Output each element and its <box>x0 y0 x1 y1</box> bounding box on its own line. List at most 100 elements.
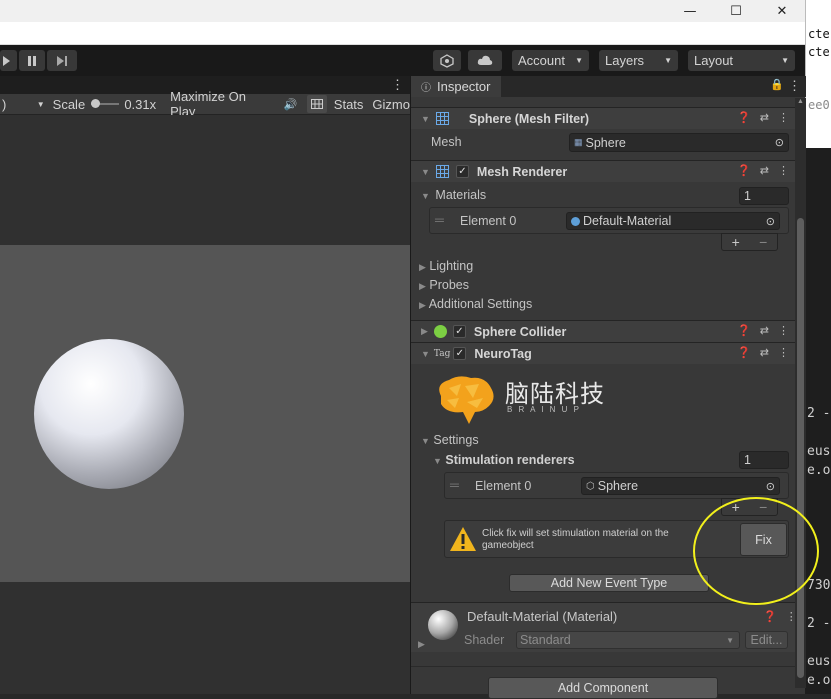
material-object-field[interactable]: Default-Material ⊙ <box>566 212 780 230</box>
preset-icon[interactable]: ⇄ <box>760 111 769 124</box>
neurotag-header[interactable]: ▼ Tag ✓ NeuroTag ❓ ⇄ ⋮ <box>411 342 795 364</box>
shader-dropdown[interactable]: Standard ▼ <box>516 631 740 649</box>
stimulation-count-field[interactable]: 1 <box>739 451 789 469</box>
collapse-arrow-icon[interactable]: ▼ <box>421 349 430 359</box>
add-icon[interactable]: + <box>732 234 740 250</box>
component-header-icons: ❓ ⇄ ⋮ <box>737 111 789 124</box>
chevron-down-icon: ▼ <box>575 56 583 65</box>
more-options-icon[interactable]: ⋮ <box>778 164 789 177</box>
resolution-dropdown[interactable]: ) ▼ <box>2 97 45 112</box>
preset-icon[interactable]: ⇄ <box>760 164 769 177</box>
scrollbar-thumb[interactable] <box>797 218 804 678</box>
background-code-panel: cte cte ee0 <box>805 0 831 148</box>
stimulation-renderers-foldout[interactable]: ▼ Stimulation renderers <box>433 453 575 467</box>
add-new-event-type-button[interactable]: Add New Event Type <box>509 574 709 592</box>
account-dropdown[interactable]: Account ▼ <box>512 50 589 71</box>
tab-inspector[interactable]: ⓘ Inspector <box>411 76 501 97</box>
preset-icon[interactable]: ⇄ <box>760 346 769 359</box>
more-options-icon[interactable]: ⋮ <box>778 324 789 337</box>
mesh-renderer-header[interactable]: ▼ ✓ Mesh Renderer ❓ ⇄ ⋮ <box>411 160 795 182</box>
material-header-icons: ❓ ⋮ <box>763 610 797 623</box>
add-event-label: Add New Event Type <box>550 576 668 590</box>
step-button[interactable] <box>47 50 77 71</box>
remove-icon[interactable]: − <box>759 234 767 250</box>
renderer-object-field[interactable]: ⬡ Sphere ⊙ <box>581 477 780 495</box>
more-options-icon[interactable]: ⋮ <box>788 78 801 94</box>
resolution-label: ) <box>2 96 7 112</box>
component-header-icons: ❓ ⇄ ⋮ <box>737 346 789 359</box>
object-picker-icon[interactable]: ⊙ <box>775 136 784 149</box>
sphere-render <box>34 339 184 489</box>
play-button[interactable] <box>0 50 17 71</box>
chevron-down-icon: ▼ <box>781 56 789 65</box>
collapse-arrow-icon[interactable]: ▼ <box>421 114 430 124</box>
lighting-label: Lighting <box>429 259 474 273</box>
additional-settings-label: Additional Settings <box>428 297 533 311</box>
expand-arrow-icon[interactable]: ▶ <box>418 639 425 650</box>
maximize-icon: ☐ <box>730 3 742 19</box>
console-line: 2 - <box>807 616 831 631</box>
stimulation-count: 1 <box>744 453 751 467</box>
layers-dropdown[interactable]: Layers ▼ <box>599 50 678 71</box>
more-options-icon[interactable]: ⋮ <box>778 346 789 359</box>
sphere-collider-enabled-checkbox[interactable]: ✓ <box>452 325 466 338</box>
scale-slider[interactable] <box>91 99 120 108</box>
probes-foldout[interactable]: ▶ Probes <box>419 278 469 292</box>
help-icon[interactable]: ❓ <box>763 610 777 623</box>
game-view-render <box>0 245 410 582</box>
component-title: Mesh Renderer <box>476 164 568 179</box>
help-icon[interactable]: ❓ <box>737 324 751 337</box>
stimulation-list: ═ Element 0 ⬡ Sphere ⊙ <box>444 472 789 499</box>
help-icon[interactable]: ❓ <box>737 164 751 177</box>
more-options-icon[interactable]: ⋮ <box>778 111 789 124</box>
scroll-up-icon[interactable]: ▲ <box>797 98 804 105</box>
additional-settings-foldout[interactable]: ▶ Additional Settings <box>419 297 532 311</box>
info-icon: ⓘ <box>421 83 431 94</box>
shader-edit-button[interactable]: Edit... <box>745 631 788 649</box>
materials-count-field[interactable]: 1 <box>739 187 789 205</box>
more-options-icon[interactable]: ⋮ <box>391 77 404 93</box>
drag-handle-icon[interactable]: ═ <box>435 213 444 227</box>
inspector-tab-bar: ⓘ Inspector 🔒 ⋮ <box>411 76 806 97</box>
pause-button[interactable] <box>19 50 45 71</box>
slider-thumb[interactable] <box>91 99 101 108</box>
window-titlebar: — ☐ ✕ <box>0 0 805 22</box>
stats-toggle[interactable]: Stats <box>334 97 364 112</box>
drag-handle-icon[interactable]: ═ <box>450 478 459 492</box>
settings-foldout[interactable]: ▼ Settings <box>421 433 479 447</box>
play-icon <box>3 55 10 66</box>
preset-icon[interactable]: ⇄ <box>760 324 769 337</box>
gizmos-dropdown[interactable]: Gizmo <box>372 97 410 112</box>
close-button[interactable]: ✕ <box>759 0 805 22</box>
mute-audio-icon[interactable]: 🔊 <box>284 98 298 111</box>
logo-en-text: B R A I N U P <box>507 405 582 414</box>
minimize-button[interactable]: — <box>667 0 713 22</box>
material-section: ▶ Default-Material (Material) ❓ ⋮ Shader … <box>411 602 797 652</box>
minimize-icon: — <box>683 3 697 19</box>
gizmo-grid-button[interactable] <box>307 95 327 113</box>
collapse-arrow-icon[interactable]: ▼ <box>421 167 430 177</box>
lighting-foldout[interactable]: ▶ Lighting <box>419 259 473 273</box>
logo-cn-text: 脑陆科技 <box>505 380 605 408</box>
object-picker-icon[interactable]: ⊙ <box>766 215 775 228</box>
object-picker-icon[interactable]: ⊙ <box>766 480 775 493</box>
collapse-arrow-icon: ▼ <box>433 456 442 466</box>
materials-label: Materials <box>435 188 487 202</box>
sphere-collider-header[interactable]: ▶ ✓ Sphere Collider ❓ ⇄ ⋮ <box>411 320 795 342</box>
expand-arrow-icon[interactable]: ▶ <box>421 326 428 337</box>
add-component-button[interactable]: Add Component <box>488 677 718 699</box>
mesh-object-field[interactable]: ▦ Sphere ⊙ <box>569 133 789 152</box>
mesh-filter-header[interactable]: ▼ Sphere (Mesh Filter) ❓ ⇄ ⋮ <box>411 107 795 129</box>
mesh-renderer-icon <box>435 165 450 178</box>
maximize-button[interactable]: ☐ <box>713 0 759 22</box>
neurotag-enabled-checkbox[interactable]: ✓ <box>453 347 467 360</box>
materials-foldout[interactable]: ▼ Materials <box>421 188 486 202</box>
inspector-scrollbar[interactable]: ▲ <box>795 98 806 688</box>
help-icon[interactable]: ❓ <box>737 346 751 359</box>
collab-button[interactable] <box>433 50 461 71</box>
layout-dropdown[interactable]: Layout ▼ <box>688 50 795 71</box>
mesh-renderer-enabled-checkbox[interactable]: ✓ <box>455 165 469 178</box>
help-icon[interactable]: ❓ <box>737 111 751 124</box>
lock-icon[interactable]: 🔒 <box>770 78 784 91</box>
cloud-button[interactable] <box>468 50 502 71</box>
